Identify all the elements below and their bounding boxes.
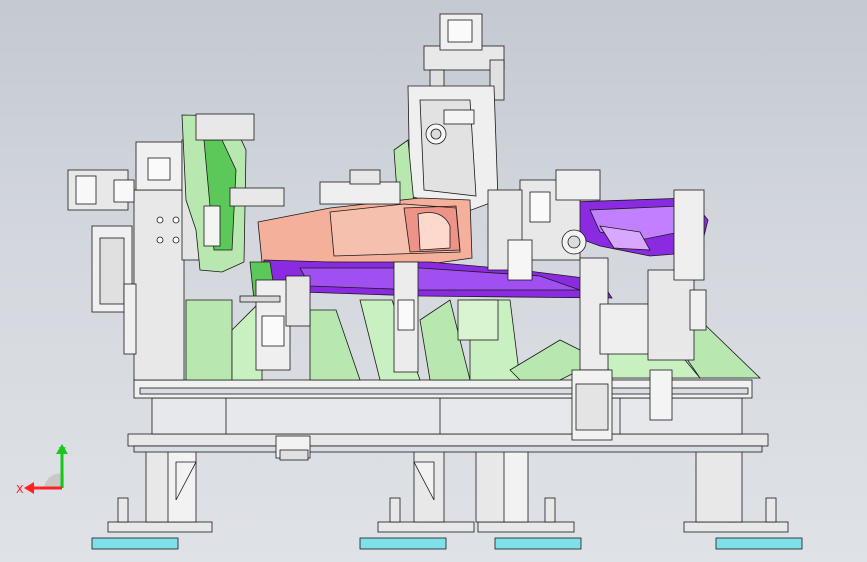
cad-viewport[interactable]: Y X — [0, 0, 867, 562]
triad-x-label: X — [16, 483, 24, 496]
welding-fixture-model[interactable] — [0, 0, 867, 562]
center-locator-post — [393, 13, 505, 213]
coordinate-triad[interactable]: Y X — [10, 438, 80, 508]
base-stand — [91, 379, 803, 550]
foot-pad — [715, 537, 803, 550]
workpiece — [249, 197, 709, 301]
foot-pad — [91, 537, 179, 550]
foot-pad — [359, 537, 447, 550]
foot-pad — [494, 537, 582, 550]
triad-y-label: Y — [58, 445, 66, 458]
